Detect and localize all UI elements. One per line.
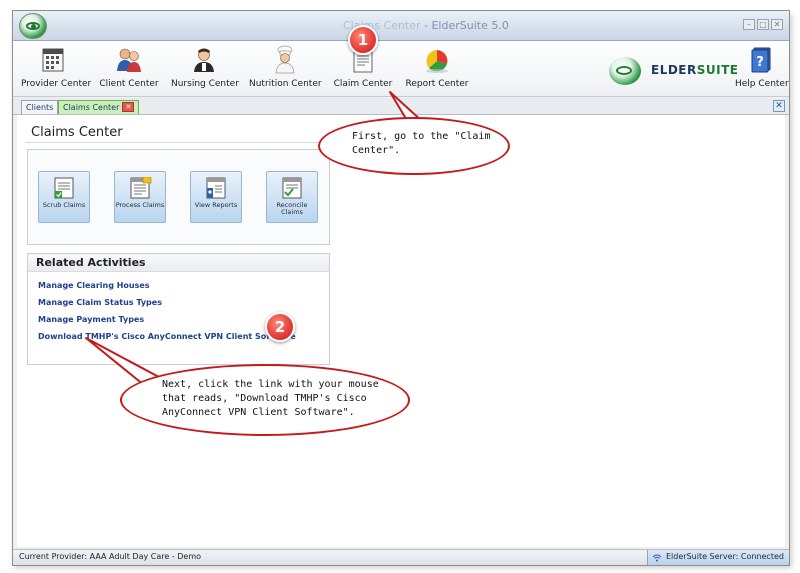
step-1-badge: 1 — [348, 25, 378, 55]
minimize-button[interactable]: – — [743, 19, 755, 30]
callout1-line1: First, go to the "Claim — [352, 131, 491, 142]
brand-wordmark: ELDERSUITE — [651, 63, 739, 77]
app-logo-icon[interactable] — [19, 13, 47, 39]
view-reports-label: View Reports — [194, 201, 238, 209]
callout2-line3: AnyConnect VPN Client Software". — [162, 407, 355, 418]
scrub-document-icon — [52, 177, 76, 199]
reports-document-icon — [204, 177, 228, 199]
svg-text:?: ? — [756, 55, 764, 70]
connection-icon — [652, 553, 662, 562]
reconcile-document-icon — [280, 177, 304, 199]
help-book-icon: ? — [746, 45, 776, 75]
process-claims-button[interactable]: Process Claims — [114, 171, 166, 223]
title-bar: Claims Center - ElderSuite 5.0 – □ ✕ — [13, 11, 789, 41]
tab-claims-center[interactable]: Claims Center ✕ — [58, 100, 140, 114]
provider-center-button[interactable]: Provider Center — [21, 45, 92, 89]
close-all-tabs-button[interactable]: ✕ — [773, 100, 785, 112]
pie-chart-icon — [422, 45, 452, 75]
report-center-button[interactable]: Report Center — [403, 45, 471, 89]
current-provider-status: Current Provider: AAA Adult Day Care - D… — [19, 552, 202, 561]
eldersuite-eye-icon — [609, 57, 641, 85]
people-icon — [114, 45, 144, 75]
callout2-line2: that reads, "Download TMHP's Cisco — [162, 393, 367, 404]
server-status: ElderSuite Server: Connected — [647, 550, 789, 565]
scrub-claims-button[interactable]: Scrub Claims — [38, 171, 90, 223]
nutrition-center-label: Nutrition Center — [249, 79, 322, 89]
main-content: Claims Center Scrub Claims Process Claim… — [17, 115, 785, 547]
callout2-line1: Next, click the link with your mouse — [162, 379, 379, 390]
report-center-label: Report Center — [405, 79, 469, 89]
link-manage-payment-types[interactable]: Manage Payment Types — [38, 315, 144, 324]
nutrition-center-button[interactable]: Nutrition Center — [249, 45, 322, 89]
client-center-button[interactable]: Client Center — [99, 45, 159, 89]
chef-icon — [270, 45, 300, 75]
client-center-label: Client Center — [99, 79, 159, 89]
window-controls: – □ ✕ — [743, 19, 783, 30]
scrub-claims-label: Scrub Claims — [42, 201, 86, 209]
help-center-label: Help Center — [735, 79, 789, 89]
link-manage-clearing-houses[interactable]: Manage Clearing Houses — [38, 281, 150, 290]
app-window: Claims Center - ElderSuite 5.0 – □ ✕ Pro… — [12, 10, 790, 566]
process-document-icon — [128, 176, 152, 199]
status-bar: Current Provider: AAA Adult Day Care - D… — [13, 549, 789, 565]
reconcile-claims-label-line2: Claims — [281, 208, 303, 216]
tab-clients[interactable]: Clients — [21, 100, 59, 114]
nursing-center-label: Nursing Center — [171, 79, 239, 89]
callout1-line2: Center". — [352, 145, 401, 156]
building-calendar-icon — [38, 45, 68, 75]
tab-close-icon[interactable]: ✕ — [122, 101, 135, 112]
ribbon-toolbar: Provider Center Client Center Nursing Ce… — [13, 41, 789, 97]
nurse-icon — [189, 45, 219, 75]
related-activities-heading: Related Activities — [28, 254, 329, 272]
maximize-button[interactable]: □ — [757, 19, 769, 30]
reconcile-claims-button[interactable]: Reconcile Claims — [266, 171, 318, 223]
help-center-button[interactable]: ? Help Center — [735, 45, 789, 89]
close-window-button[interactable]: ✕ — [771, 19, 783, 30]
claims-actions-panel: Scrub Claims Process Claims View Reports… — [27, 149, 330, 245]
related-activities-panel: Related Activities Manage Clearing House… — [27, 253, 330, 365]
claim-center-label: Claim Center — [333, 79, 393, 89]
provider-center-label: Provider Center — [21, 79, 92, 89]
step-2-badge: 2 — [265, 312, 295, 342]
view-reports-button[interactable]: View Reports — [190, 171, 242, 223]
callout-step-2: Next, click the link with your mouse tha… — [120, 364, 410, 436]
server-status-text: ElderSuite Server: Connected — [666, 552, 784, 561]
nursing-center-button[interactable]: Nursing Center — [171, 45, 239, 89]
link-download-vpn-client[interactable]: Download TMHP's Cisco AnyConnect VPN Cli… — [38, 332, 296, 341]
page-title: Claims Center — [31, 125, 123, 140]
callout-step-1: First, go to the "Claim Center". — [318, 117, 510, 175]
link-manage-claim-status-types[interactable]: Manage Claim Status Types — [38, 298, 162, 307]
document-tab-strip: Clients Claims Center ✕ ✕ — [13, 98, 789, 115]
title-divider — [25, 142, 333, 143]
process-claims-label: Process Claims — [115, 201, 165, 209]
